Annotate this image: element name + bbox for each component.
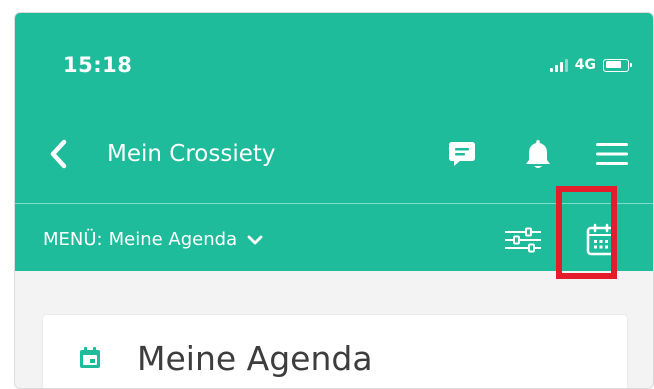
menu-button[interactable]	[595, 137, 629, 171]
chevron-left-icon	[50, 139, 67, 169]
submenu-selector: MENÜ: Meine Agenda	[43, 227, 263, 253]
agenda-card: Meine Agenda	[43, 315, 627, 388]
notifications-button[interactable]	[521, 137, 555, 171]
bell-icon	[526, 140, 550, 168]
calendar-icon	[80, 347, 100, 368]
submenu-selected[interactable]: Meine Agenda	[109, 227, 238, 253]
header-divider	[15, 203, 653, 204]
chevron-down-icon[interactable]	[247, 234, 263, 246]
app-screen: 15:18 4G Mein Crossiety MENÜ: Meine Agen…	[14, 12, 654, 389]
filter-button[interactable]	[503, 223, 543, 257]
hamburger-menu-icon	[596, 143, 628, 165]
submenu-label: MENÜ:	[43, 229, 103, 250]
calendar-icon	[586, 223, 616, 256]
filter-sliders-icon	[505, 227, 541, 253]
chat-button[interactable]	[445, 137, 479, 171]
status-indicators: 4G	[549, 57, 632, 73]
network-type: 4G	[574, 57, 596, 73]
app-header: 15:18 4G Mein Crossiety MENÜ: Meine Agen…	[15, 13, 653, 271]
card-title: Meine Agenda	[137, 339, 373, 378]
calendar-view-button[interactable]	[583, 220, 619, 260]
battery-icon	[603, 58, 632, 72]
back-button[interactable]	[41, 137, 75, 171]
signal-icon	[549, 58, 568, 72]
chat-icon	[449, 142, 475, 166]
page-title: Mein Crossiety	[107, 141, 276, 167]
status-time: 15:18	[63, 53, 133, 77]
